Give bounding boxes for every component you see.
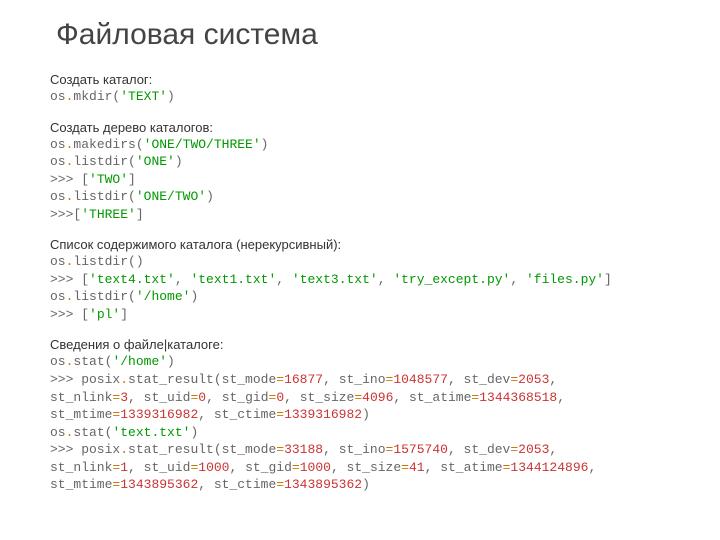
page-title: Файловая система [56,18,670,52]
section-heading: Создать дерево каталогов: [50,120,670,135]
section-listdir: Список содержимого каталога (нерекурсивн… [50,237,670,323]
code-block: os.listdir() >>> ['text4.txt', 'text1.tx… [50,253,670,323]
code-block: os.mkdir('TEXT') [50,88,670,106]
code-block: os.makedirs('ONE/TWO/THREE') os.listdir(… [50,136,670,224]
section-heading: Список содержимого каталога (нерекурсивн… [50,237,670,252]
code-block: os.stat('/home') >>> posix.stat_result(s… [50,353,670,493]
section-stat: Сведения о файле|каталоге: os.stat('/hom… [50,337,670,493]
section-heading: Сведения о файле|каталоге: [50,337,670,352]
section-makedirs: Создать дерево каталогов: os.makedirs('O… [50,120,670,224]
section-mkdir: Создать каталог: os.mkdir('TEXT') [50,72,670,106]
slide: Файловая система Создать каталог: os.mkd… [0,0,720,494]
section-heading: Создать каталог: [50,72,670,87]
